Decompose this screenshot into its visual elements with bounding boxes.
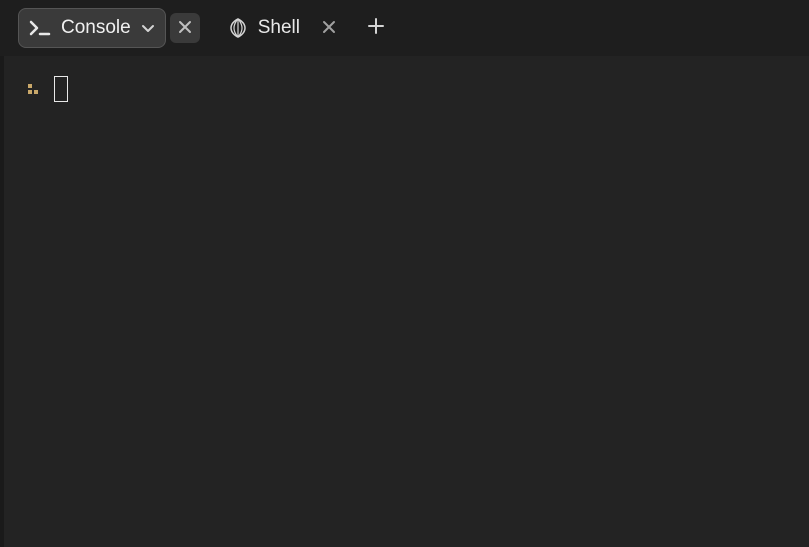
close-tab-console-button[interactable] xyxy=(170,13,200,43)
close-icon xyxy=(178,18,192,39)
tab-bar: Console Shell xyxy=(0,0,809,56)
console-prompt-icon xyxy=(29,19,51,37)
shell-icon xyxy=(228,18,248,38)
prompt-indicator-icon xyxy=(28,84,38,94)
console-input-line xyxy=(28,76,785,102)
console-body[interactable] xyxy=(0,56,809,547)
tab-console[interactable]: Console xyxy=(18,8,166,48)
text-cursor xyxy=(54,76,68,102)
add-tab-button[interactable] xyxy=(358,10,394,46)
tab-label: Console xyxy=(61,17,131,39)
chevron-down-icon[interactable] xyxy=(141,21,155,35)
tab-label: Shell xyxy=(258,17,300,39)
close-tab-shell-button[interactable] xyxy=(314,13,344,43)
console-input[interactable] xyxy=(84,80,785,99)
close-icon xyxy=(322,18,336,39)
plus-icon xyxy=(367,17,385,40)
tab-shell[interactable]: Shell xyxy=(218,8,310,48)
